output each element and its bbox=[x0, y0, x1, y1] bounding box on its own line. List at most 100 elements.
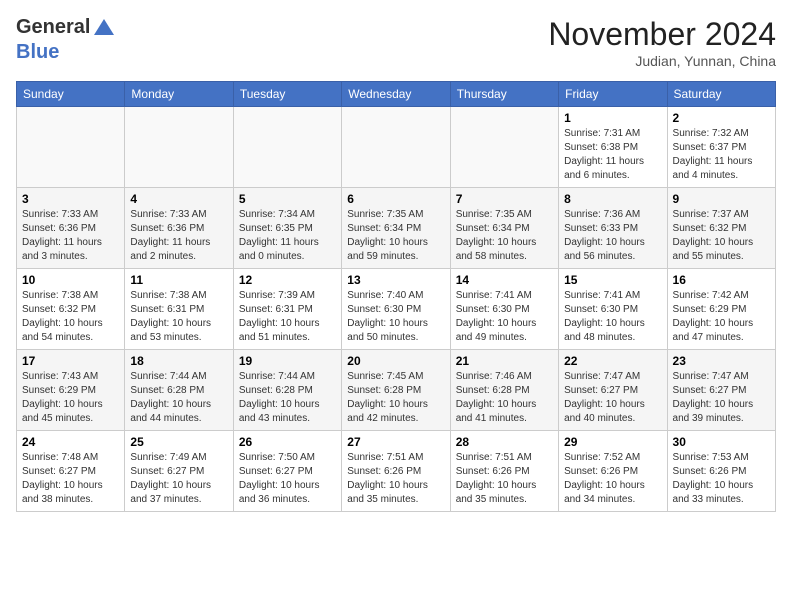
day-number: 16 bbox=[673, 273, 770, 287]
day-number: 15 bbox=[564, 273, 661, 287]
day-info: Sunrise: 7:45 AM Sunset: 6:28 PM Dayligh… bbox=[347, 370, 444, 426]
calendar-cell-1-6: 9Sunrise: 7:37 AM Sunset: 6:32 PM Daylig… bbox=[667, 188, 775, 269]
calendar-cell-1-4: 7 Sunrise: 7:35 AM Sunset: 6:34 PM Daylig… bbox=[450, 188, 558, 269]
day-info: Sunrise: 7:38 AM Sunset: 6:31 PM Dayligh… bbox=[130, 289, 227, 345]
calendar-cell-1-1: 4 Sunrise: 7:33 AM Sunset: 6:36 PM Daylig… bbox=[125, 188, 233, 269]
header-tuesday: Tuesday bbox=[233, 82, 341, 107]
logo-general: General bbox=[16, 16, 90, 38]
day-number: 1 bbox=[564, 111, 661, 125]
day-number: 21 bbox=[456, 354, 553, 368]
day-info: Sunrise: 7:46 AM Sunset: 6:28 PM Dayligh… bbox=[456, 370, 553, 426]
day-number: 8 bbox=[564, 192, 661, 206]
calendar-cell-0-6: 2 Sunrise: 7:32 AM Sunset: 6:37 PM Daylig… bbox=[667, 107, 775, 188]
day-info: Sunrise: 7:47 AM Sunset: 6:27 PM Dayligh… bbox=[673, 370, 770, 426]
month-title: November 2024 bbox=[548, 16, 776, 53]
day-number: 2 bbox=[673, 111, 770, 125]
day-info: Sunrise: 7:31 AM Sunset: 6:38 PM Dayligh… bbox=[564, 127, 661, 183]
day-info: Sunrise: 7:33 AM Sunset: 6:36 PM Dayligh… bbox=[130, 208, 227, 264]
header-saturday: Saturday bbox=[667, 82, 775, 107]
calendar-cell-3-6: 23Sunrise: 7:47 AM Sunset: 6:27 PM Dayli… bbox=[667, 350, 775, 431]
calendar-cell-3-4: 21 Sunrise: 7:46 AM Sunset: 6:28 PM Dayli… bbox=[450, 350, 558, 431]
calendar-cell-2-5: 15 Sunrise: 7:41 AM Sunset: 6:30 PM Dayli… bbox=[559, 269, 667, 350]
day-number: 17 bbox=[22, 354, 119, 368]
day-info: Sunrise: 7:34 AM Sunset: 6:35 PM Dayligh… bbox=[239, 208, 336, 264]
calendar-cell-3-5: 22 Sunrise: 7:47 AM Sunset: 6:27 PM Dayli… bbox=[559, 350, 667, 431]
calendar-cell-2-0: 10 Sunrise: 7:38 AM Sunset: 6:32 PM Dayli… bbox=[17, 269, 125, 350]
day-number: 19 bbox=[239, 354, 336, 368]
calendar-row-3: 17 Sunrise: 7:43 AM Sunset: 6:29 PM Dayli… bbox=[17, 350, 776, 431]
day-info: Sunrise: 7:40 AM Sunset: 6:30 PM Dayligh… bbox=[347, 289, 444, 345]
calendar-cell-4-1: 25 Sunrise: 7:49 AM Sunset: 6:27 PM Dayli… bbox=[125, 431, 233, 512]
calendar-cell-0-5: 1 Sunrise: 7:31 AM Sunset: 6:38 PM Daylig… bbox=[559, 107, 667, 188]
calendar-cell-4-6: 30 Sunrise: 7:53 AM Sunset: 6:26 PM Dayli… bbox=[667, 431, 775, 512]
day-info: Sunrise: 7:52 AM Sunset: 6:26 PM Dayligh… bbox=[564, 451, 661, 507]
day-number: 12 bbox=[239, 273, 336, 287]
calendar-table: Sunday Monday Tuesday Wednesday Thursday… bbox=[16, 81, 776, 512]
calendar-cell-3-1: 18Sunrise: 7:44 AM Sunset: 6:28 PM Dayli… bbox=[125, 350, 233, 431]
calendar-cell-1-2: 5 Sunrise: 7:34 AM Sunset: 6:35 PM Daylig… bbox=[233, 188, 341, 269]
day-number: 11 bbox=[130, 273, 227, 287]
calendar-cell-2-3: 13 Sunrise: 7:40 AM Sunset: 6:30 PM Dayli… bbox=[342, 269, 450, 350]
calendar-row-2: 10 Sunrise: 7:38 AM Sunset: 6:32 PM Dayli… bbox=[17, 269, 776, 350]
calendar-cell-0-2 bbox=[233, 107, 341, 188]
day-number: 18 bbox=[130, 354, 227, 368]
day-info: Sunrise: 7:32 AM Sunset: 6:37 PM Dayligh… bbox=[673, 127, 770, 183]
day-info: Sunrise: 7:38 AM Sunset: 6:32 PM Dayligh… bbox=[22, 289, 119, 345]
calendar-cell-4-3: 27Sunrise: 7:51 AM Sunset: 6:26 PM Dayli… bbox=[342, 431, 450, 512]
day-number: 5 bbox=[239, 192, 336, 206]
day-number: 4 bbox=[130, 192, 227, 206]
day-info: Sunrise: 7:39 AM Sunset: 6:31 PM Dayligh… bbox=[239, 289, 336, 345]
day-number: 26 bbox=[239, 435, 336, 449]
day-number: 25 bbox=[130, 435, 227, 449]
calendar-cell-2-4: 14 Sunrise: 7:41 AM Sunset: 6:30 PM Dayli… bbox=[450, 269, 558, 350]
calendar-cell-1-0: 3 Sunrise: 7:33 AM Sunset: 6:36 PM Daylig… bbox=[17, 188, 125, 269]
day-number: 29 bbox=[564, 435, 661, 449]
page-header: General Blue November 2024 Judian, Yunna… bbox=[16, 16, 776, 69]
calendar-row-4: 24Sunrise: 7:48 AM Sunset: 6:27 PM Dayli… bbox=[17, 431, 776, 512]
calendar-cell-2-2: 12 Sunrise: 7:39 AM Sunset: 6:31 PM Dayli… bbox=[233, 269, 341, 350]
header-friday: Friday bbox=[559, 82, 667, 107]
day-info: Sunrise: 7:41 AM Sunset: 6:30 PM Dayligh… bbox=[564, 289, 661, 345]
day-number: 10 bbox=[22, 273, 119, 287]
location: Judian, Yunnan, China bbox=[548, 53, 776, 69]
calendar-cell-0-3 bbox=[342, 107, 450, 188]
logo-blue: Blue bbox=[16, 41, 59, 63]
day-info: Sunrise: 7:41 AM Sunset: 6:30 PM Dayligh… bbox=[456, 289, 553, 345]
day-info: Sunrise: 7:51 AM Sunset: 6:26 PM Dayligh… bbox=[456, 451, 553, 507]
day-number: 3 bbox=[22, 192, 119, 206]
header-monday: Monday bbox=[125, 82, 233, 107]
calendar-cell-4-0: 24Sunrise: 7:48 AM Sunset: 6:27 PM Dayli… bbox=[17, 431, 125, 512]
day-number: 6 bbox=[347, 192, 444, 206]
calendar-cell-3-2: 19 Sunrise: 7:44 AM Sunset: 6:28 PM Dayli… bbox=[233, 350, 341, 431]
calendar-cell-1-3: 6Sunrise: 7:35 AM Sunset: 6:34 PM Daylig… bbox=[342, 188, 450, 269]
day-info: Sunrise: 7:37 AM Sunset: 6:32 PM Dayligh… bbox=[673, 208, 770, 264]
day-number: 14 bbox=[456, 273, 553, 287]
calendar-cell-2-1: 11 Sunrise: 7:38 AM Sunset: 6:31 PM Dayli… bbox=[125, 269, 233, 350]
header-wednesday: Wednesday bbox=[342, 82, 450, 107]
day-info: Sunrise: 7:43 AM Sunset: 6:29 PM Dayligh… bbox=[22, 370, 119, 426]
day-number: 7 bbox=[456, 192, 553, 206]
day-info: Sunrise: 7:53 AM Sunset: 6:26 PM Dayligh… bbox=[673, 451, 770, 507]
day-info: Sunrise: 7:35 AM Sunset: 6:34 PM Dayligh… bbox=[456, 208, 553, 264]
day-info: Sunrise: 7:33 AM Sunset: 6:36 PM Dayligh… bbox=[22, 208, 119, 264]
calendar-cell-0-1 bbox=[125, 107, 233, 188]
calendar-cell-0-0 bbox=[17, 107, 125, 188]
title-block: November 2024 Judian, Yunnan, China bbox=[548, 16, 776, 69]
day-number: 13 bbox=[347, 273, 444, 287]
day-number: 30 bbox=[673, 435, 770, 449]
day-info: Sunrise: 7:48 AM Sunset: 6:27 PM Dayligh… bbox=[22, 451, 119, 507]
logo: General Blue bbox=[16, 16, 118, 64]
day-info: Sunrise: 7:44 AM Sunset: 6:28 PM Dayligh… bbox=[239, 370, 336, 426]
day-number: 22 bbox=[564, 354, 661, 368]
weekday-header-row: Sunday Monday Tuesday Wednesday Thursday… bbox=[17, 82, 776, 107]
header-thursday: Thursday bbox=[450, 82, 558, 107]
logo-icon bbox=[92, 17, 116, 41]
calendar-cell-3-3: 20Sunrise: 7:45 AM Sunset: 6:28 PM Dayli… bbox=[342, 350, 450, 431]
header-sunday: Sunday bbox=[17, 82, 125, 107]
day-info: Sunrise: 7:49 AM Sunset: 6:27 PM Dayligh… bbox=[130, 451, 227, 507]
day-info: Sunrise: 7:36 AM Sunset: 6:33 PM Dayligh… bbox=[564, 208, 661, 264]
calendar-cell-3-0: 17 Sunrise: 7:43 AM Sunset: 6:29 PM Dayli… bbox=[17, 350, 125, 431]
logo-text: General Blue bbox=[16, 16, 118, 64]
calendar-cell-0-4 bbox=[450, 107, 558, 188]
day-info: Sunrise: 7:47 AM Sunset: 6:27 PM Dayligh… bbox=[564, 370, 661, 426]
